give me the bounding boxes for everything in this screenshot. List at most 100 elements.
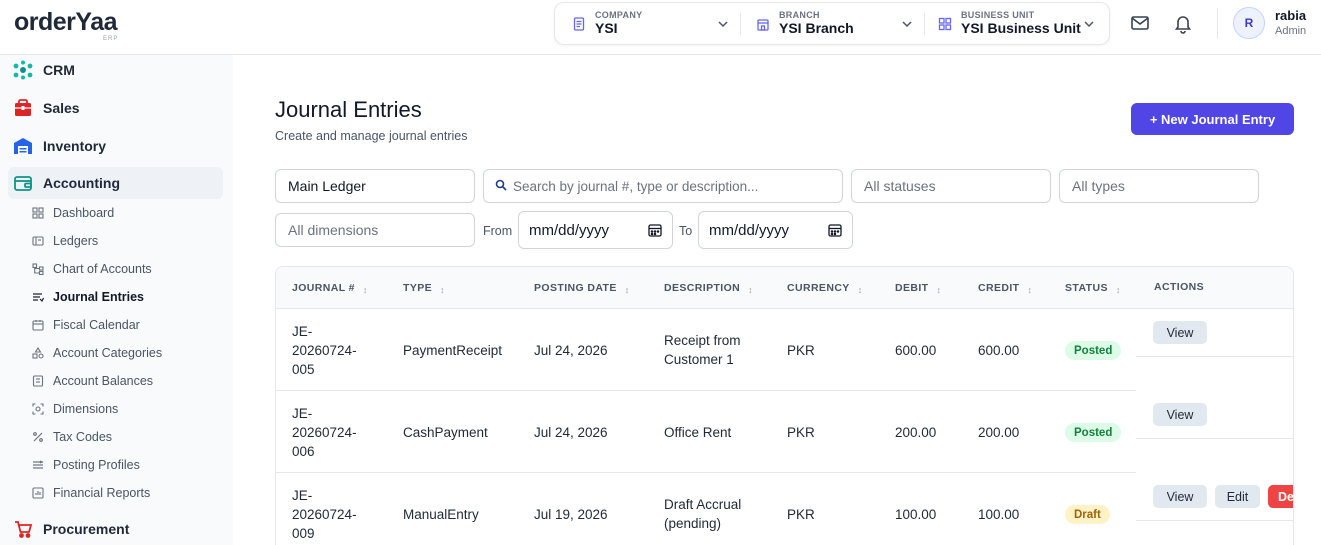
entry-type: ManualEntry bbox=[403, 507, 479, 522]
mail-icon[interactable] bbox=[1129, 12, 1151, 34]
brand-logo[interactable]: orderYaa ERP bbox=[14, 8, 118, 42]
ledger-select[interactable]: Main Ledger bbox=[275, 169, 475, 203]
actions-divider bbox=[1136, 438, 1293, 439]
view-button[interactable]: View bbox=[1153, 403, 1207, 426]
business-unit-label: BUSINESS UNIT bbox=[961, 10, 1035, 20]
dashboard-icon bbox=[32, 207, 44, 219]
entry-type: PaymentReceipt bbox=[403, 343, 503, 358]
search-input[interactable]: Search by journal #, type or description… bbox=[483, 169, 843, 203]
sidebar-subitem-fiscal-calendar[interactable]: Fiscal Calendar bbox=[32, 314, 140, 336]
calendar-icon bbox=[32, 319, 44, 331]
column-header-description[interactable]: DESCRIPTION ↕ bbox=[664, 281, 753, 295]
sidebar-subitem-label: Chart of Accounts bbox=[53, 262, 152, 276]
tree-icon bbox=[32, 263, 44, 275]
sort-icon: ↕ bbox=[936, 285, 942, 295]
sidebar-subitem-posting-profiles[interactable]: Posting Profiles bbox=[32, 454, 140, 476]
column-header-debit[interactable]: DEBIT ↕ bbox=[895, 281, 941, 295]
sidebar-subitem-dimensions[interactable]: Dimensions bbox=[32, 398, 118, 420]
procurement-icon bbox=[12, 518, 34, 540]
sidebar-item-accounting[interactable]: Accounting bbox=[8, 167, 223, 199]
sidebar-item-label: CRM bbox=[43, 62, 75, 78]
avatar[interactable]: R bbox=[1233, 7, 1265, 39]
column-header-currency[interactable]: CURRENCY ↕ bbox=[787, 281, 863, 295]
view-button[interactable]: View bbox=[1153, 485, 1207, 508]
chevron-down-icon[interactable] bbox=[901, 3, 913, 44]
calendar-icon[interactable] bbox=[828, 223, 842, 237]
sidebar-subitem-label: Account Balances bbox=[53, 374, 154, 388]
type-select[interactable]: All types bbox=[1059, 169, 1259, 203]
debit: 200.00 bbox=[895, 425, 937, 440]
credit: 600.00 bbox=[978, 343, 1020, 358]
sort-icon: ↕ bbox=[857, 285, 863, 295]
sidebar-subitem-dashboard[interactable]: Dashboard bbox=[32, 202, 114, 224]
table-row: JE- 20260724- 009 ManualEntry Jul 19, 2026… bbox=[276, 473, 1136, 545]
sort-icon: ↕ bbox=[362, 285, 368, 295]
credit: 100.00 bbox=[978, 507, 1020, 522]
column-header-actions: ACTIONS bbox=[1154, 281, 1205, 293]
table-row: JE- 20260724- 005 PaymentReceipt Jul 24, 2… bbox=[276, 309, 1136, 391]
page-subtitle: Create and manage journal entries bbox=[275, 129, 468, 143]
sidebar-subitem-label: Fiscal Calendar bbox=[53, 318, 140, 332]
sidebar-subitem-tax-codes[interactable]: Tax Codes bbox=[32, 426, 112, 448]
sidebar-item-inventory[interactable]: Inventory bbox=[8, 130, 223, 162]
journal-number[interactable]: JE- 20260724- 005 bbox=[292, 322, 357, 379]
sliders-icon bbox=[32, 459, 44, 471]
ledger-icon bbox=[32, 235, 44, 247]
to-date-input[interactable]: mm/dd/yyyy bbox=[698, 211, 853, 249]
sidebar-subitem-account-balances[interactable]: Account Balances bbox=[32, 370, 153, 392]
sort-icon: ↕ bbox=[1115, 285, 1121, 295]
journal-number[interactable]: JE- 20260724- 009 bbox=[292, 486, 357, 543]
column-header-status[interactable]: STATUS ↕ bbox=[1065, 281, 1121, 295]
sidebar: CRM Sales Inventory Accounting Dashboard… bbox=[0, 55, 233, 545]
company-value: YSI bbox=[595, 20, 618, 36]
column-header-posting-date[interactable]: POSTING DATE ↕ bbox=[534, 281, 630, 295]
status-select[interactable]: All statuses bbox=[851, 169, 1051, 203]
sidebar-item-sales[interactable]: Sales bbox=[8, 92, 223, 124]
sidebar-subitem-chart-of-accounts[interactable]: Chart of Accounts bbox=[32, 258, 152, 280]
target-icon bbox=[32, 403, 44, 415]
column-header-credit[interactable]: CREDIT ↕ bbox=[978, 281, 1032, 295]
edit-button[interactable]: Edit bbox=[1215, 485, 1260, 508]
sidebar-subitem-account-categories[interactable]: Account Categories bbox=[32, 342, 162, 364]
dimensions-select[interactable]: All dimensions bbox=[275, 213, 475, 247]
delete-button[interactable]: De bbox=[1268, 485, 1293, 508]
branch-value: YSI Branch bbox=[779, 20, 854, 36]
sidebar-subitem-label: Financial Reports bbox=[53, 486, 151, 500]
document-icon bbox=[571, 16, 587, 32]
selector-divider bbox=[924, 13, 925, 35]
business-unit-selector[interactable]: BUSINESS UNIT YSI Business Unit bbox=[937, 3, 1081, 44]
view-button[interactable]: View bbox=[1153, 321, 1207, 344]
status-badge: Posted bbox=[1065, 341, 1122, 360]
branch-selector[interactable]: BRANCH YSI Branch bbox=[755, 3, 854, 44]
posting-date: Jul 19, 2026 bbox=[534, 507, 608, 522]
sidebar-subitem-journal-entries[interactable]: Journal Entries bbox=[32, 286, 144, 308]
company-selector[interactable]: COMPANY YSI bbox=[571, 3, 642, 44]
chevron-down-icon[interactable] bbox=[717, 3, 729, 44]
list-icon bbox=[32, 291, 44, 303]
chevron-down-icon[interactable] bbox=[1083, 3, 1095, 44]
column-header-journal[interactable]: JOURNAL # ↕ bbox=[292, 281, 368, 295]
credit: 200.00 bbox=[978, 425, 1020, 440]
sidebar-item-crm[interactable]: CRM bbox=[8, 54, 223, 86]
calendar-icon[interactable] bbox=[648, 223, 662, 237]
column-header-type[interactable]: TYPE ↕ bbox=[403, 281, 445, 295]
sidebar-subitem-financial-reports[interactable]: Financial Reports bbox=[32, 482, 150, 504]
company-label: COMPANY bbox=[595, 10, 643, 20]
from-date-input[interactable]: mm/dd/yyyy bbox=[518, 211, 673, 249]
bell-icon[interactable] bbox=[1172, 12, 1194, 34]
sidebar-item-procurement[interactable]: Procurement bbox=[8, 513, 223, 545]
new-journal-entry-button[interactable]: + New Journal Entry bbox=[1131, 103, 1294, 135]
actions-divider bbox=[1136, 356, 1293, 357]
sidebar-subitem-label: Dashboard bbox=[53, 206, 115, 220]
brand-name-main: order bbox=[14, 8, 76, 36]
search-placeholder: Search by journal #, type or description… bbox=[513, 178, 759, 194]
journal-number[interactable]: JE- 20260724- 006 bbox=[292, 404, 357, 461]
to-date-value: mm/dd/yyyy bbox=[709, 221, 790, 239]
top-bar: orderYaa ERP COMPANY YSI BRANCH YSI Bran… bbox=[0, 0, 1321, 55]
sort-icon: ↕ bbox=[440, 285, 445, 295]
sidebar-subitem-ledgers[interactable]: Ledgers bbox=[32, 230, 98, 252]
balance-icon bbox=[32, 375, 44, 387]
currency: PKR bbox=[787, 507, 815, 522]
business-unit-value: YSI Business Unit bbox=[961, 20, 1081, 36]
user-name[interactable]: rabia bbox=[1275, 8, 1306, 23]
